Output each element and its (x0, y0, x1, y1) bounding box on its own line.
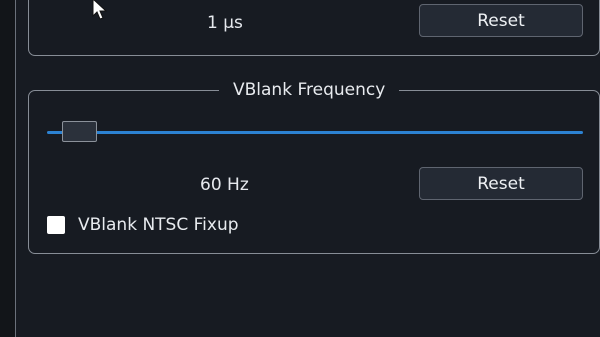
timing-reset-button[interactable]: Reset (419, 4, 583, 37)
vblank-frequency-group: VBlank Frequency 60 Hz Reset VBlank NTSC… (28, 79, 600, 254)
vblank-frequency-value: 60 Hz (200, 175, 249, 195)
vblank-frequency-title: VBlank Frequency (219, 79, 400, 101)
vblank-ntsc-fixup-checkbox[interactable] (47, 216, 65, 234)
vblank-frequency-slider[interactable] (47, 121, 583, 143)
mouse-pointer-icon (92, 0, 108, 20)
vblank-ntsc-fixup-label[interactable]: VBlank NTSC Fixup (78, 214, 239, 236)
slider-handle[interactable] (62, 121, 98, 142)
vblank-reset-button[interactable]: Reset (419, 167, 583, 200)
sidebar-edge (0, 0, 16, 337)
slider-track (47, 131, 583, 134)
vblank-ntsc-fixup-option[interactable]: VBlank NTSC Fixup (47, 214, 239, 236)
timing-value-label: 1 μs (207, 13, 243, 33)
